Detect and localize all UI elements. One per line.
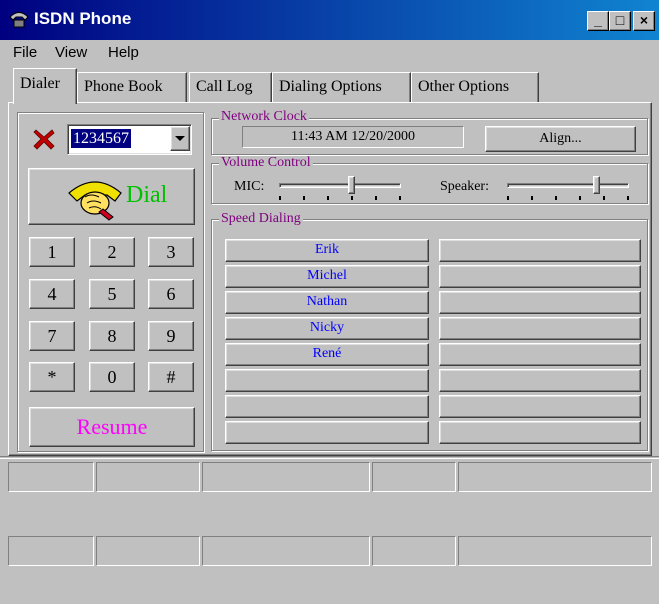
mic-slider-ticks [279, 196, 401, 200]
status-cell [372, 462, 456, 492]
tab-other-options[interactable]: Other Options [411, 72, 539, 102]
speed-dial-button[interactable]: Erik [225, 239, 429, 262]
speed-dial-button[interactable] [439, 239, 641, 262]
status-cell [8, 462, 94, 492]
dial-button[interactable]: Dial [28, 168, 195, 225]
mic-label: MIC: [234, 179, 265, 194]
status-cell [372, 536, 456, 566]
speed-dial-button[interactable] [439, 421, 641, 444]
tab-dialer[interactable]: Dialer [13, 68, 77, 104]
key-star[interactable]: * [29, 362, 75, 392]
speaker-slider-ticks [507, 196, 629, 200]
speed-dial-button[interactable]: Michel [225, 265, 429, 288]
tab-dialing-options[interactable]: Dialing Options [272, 72, 411, 102]
maximize-button[interactable]: □ [609, 11, 631, 31]
status-cell [202, 536, 370, 566]
mic-slider-thumb[interactable] [348, 176, 355, 194]
number-input[interactable]: 1234567 [71, 129, 131, 148]
speaker-slider[interactable] [507, 176, 629, 200]
status-cell [458, 536, 652, 566]
speed-dialing-label: Speed Dialing [219, 211, 303, 226]
handset-hand-icon [68, 181, 122, 221]
key-2[interactable]: 2 [89, 237, 135, 267]
menu-view[interactable]: View [55, 44, 87, 61]
align-button[interactable]: Align... [485, 126, 636, 152]
phone-app-icon [9, 12, 29, 28]
chevron-down-icon [175, 136, 185, 141]
speed-dial-button[interactable] [439, 291, 641, 314]
speed-dial-button[interactable] [439, 265, 641, 288]
speed-dial-button[interactable] [225, 421, 429, 444]
status-row-1 [8, 462, 652, 492]
status-cell [202, 462, 370, 492]
speaker-slider-track [507, 183, 629, 188]
tab-call-log[interactable]: Call Log [189, 72, 272, 102]
clear-number-icon[interactable] [32, 127, 56, 151]
status-cell [96, 536, 200, 566]
key-0[interactable]: 0 [89, 362, 135, 392]
status-cell [96, 462, 200, 492]
speed-dial-button[interactable]: René [225, 343, 429, 366]
speaker-label: Speaker: [440, 179, 489, 194]
key-4[interactable]: 4 [29, 279, 75, 309]
key-3[interactable]: 3 [148, 237, 194, 267]
dial-label: Dial [126, 182, 168, 208]
speed-dial-button[interactable] [439, 369, 641, 392]
key-9[interactable]: 9 [148, 321, 194, 351]
speaker-slider-thumb[interactable] [593, 176, 600, 194]
speed-dial-button[interactable] [439, 343, 641, 366]
menu-file[interactable]: File [13, 44, 37, 61]
title-bar[interactable]: ISDN Phone _ □ × [0, 0, 659, 40]
status-cell [458, 462, 652, 492]
close-button[interactable]: × [633, 11, 655, 31]
key-5[interactable]: 5 [89, 279, 135, 309]
clock-display: 11:43 AM 12/20/2000 [242, 126, 464, 148]
mic-slider-track [279, 183, 401, 188]
key-hash[interactable]: # [148, 362, 194, 392]
status-cell [8, 536, 94, 566]
network-clock-label: Network Clock [219, 109, 309, 124]
speed-dial-button[interactable] [439, 317, 641, 340]
menu-bar: File View Help [0, 40, 659, 66]
menu-help[interactable]: Help [108, 44, 139, 61]
speed-dial-button[interactable] [439, 395, 641, 418]
mic-slider[interactable] [279, 176, 401, 200]
tab-phone-book[interactable]: Phone Book [77, 72, 187, 102]
key-1[interactable]: 1 [29, 237, 75, 267]
key-6[interactable]: 6 [148, 279, 194, 309]
key-8[interactable]: 8 [89, 321, 135, 351]
minimize-button[interactable]: _ [587, 11, 609, 31]
volume-control-label: Volume Control [219, 155, 313, 170]
speed-dial-button[interactable]: Nicky [225, 317, 429, 340]
speed-dial-button[interactable]: Nathan [225, 291, 429, 314]
key-7[interactable]: 7 [29, 321, 75, 351]
speed-dial-button[interactable] [225, 395, 429, 418]
dropdown-button[interactable] [170, 126, 190, 151]
number-combobox[interactable]: 1234567 [67, 124, 192, 155]
divider [0, 456, 659, 459]
status-row-2 [8, 536, 652, 566]
window-title: ISDN Phone [34, 9, 132, 28]
resume-button[interactable]: Resume [29, 407, 195, 447]
speed-dial-button[interactable] [225, 369, 429, 392]
